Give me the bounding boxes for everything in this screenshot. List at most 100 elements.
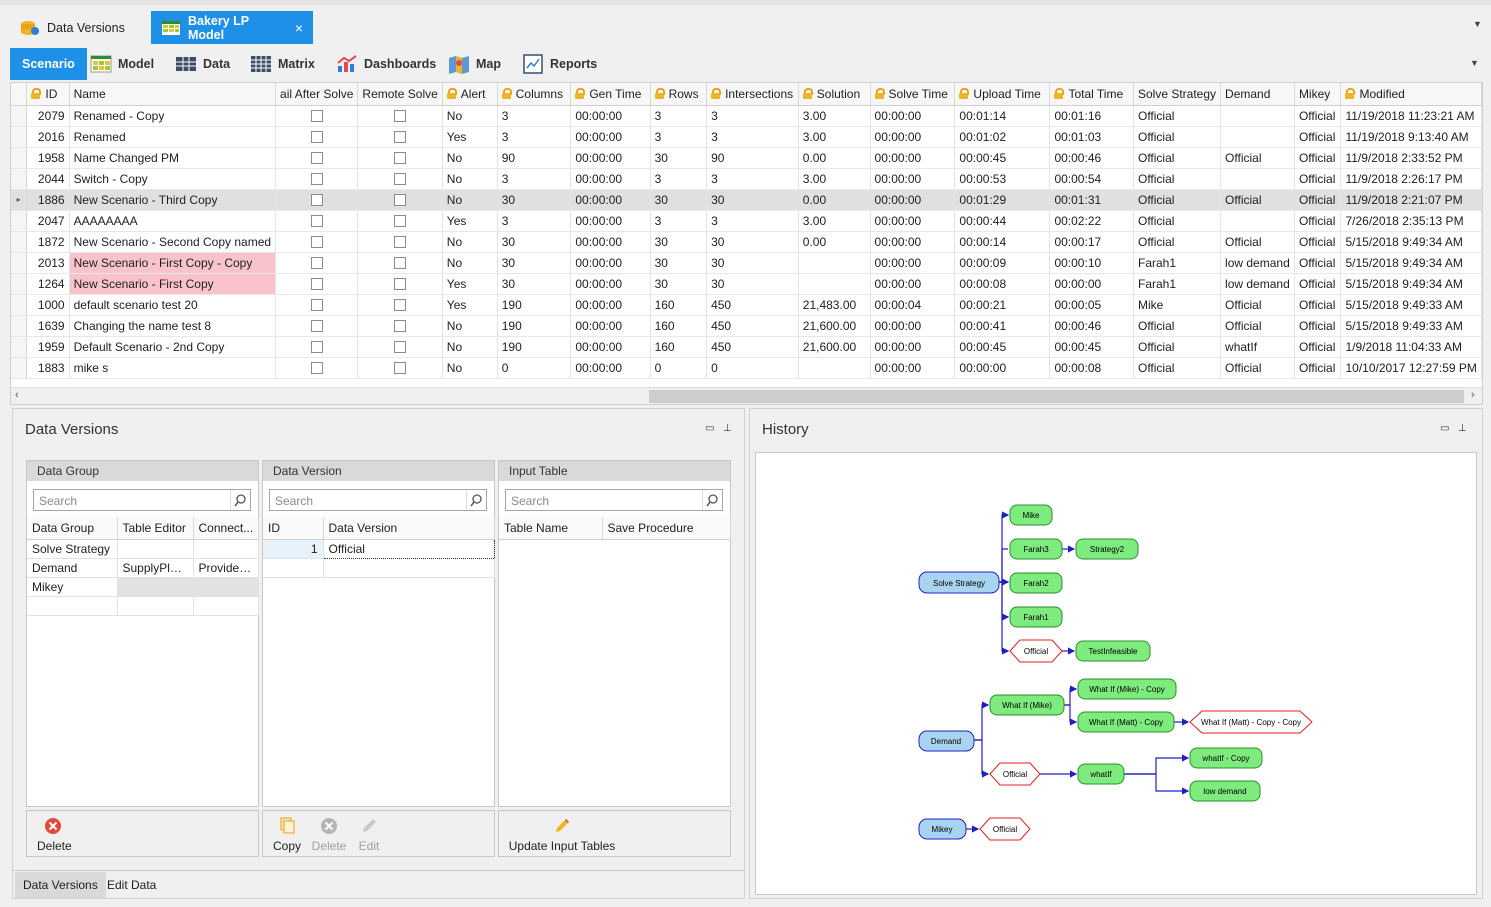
grid-cell[interactable]: 00:00:17: [1049, 231, 1134, 253]
fail-after-solve-checkbox[interactable]: [275, 357, 359, 379]
fail-after-solve-checkbox[interactable]: [275, 294, 359, 316]
remote-solve-checkbox[interactable]: [357, 231, 443, 253]
node-mikey[interactable]: Mikey: [918, 818, 967, 840]
grid-cell[interactable]: whatIf: [1220, 336, 1295, 358]
grid-cell[interactable]: [798, 357, 871, 379]
checkbox[interactable]: [310, 194, 323, 207]
grid-cell[interactable]: 5/15/2018 9:49:33 AM: [1340, 294, 1482, 316]
node-strategy2[interactable]: Strategy2: [1075, 538, 1139, 560]
table-row[interactable]: 2013 New Scenario - First Copy - Copy No 30…: [11, 252, 1482, 274]
grid-cell[interactable]: Yes: [442, 294, 498, 316]
grid-cell[interactable]: 3: [650, 105, 708, 127]
node-solve-strategy[interactable]: Solve Strategy: [918, 571, 1000, 594]
pin-icon[interactable]: ⊥: [723, 423, 732, 434]
checkbox[interactable]: [394, 215, 407, 228]
checkbox[interactable]: [394, 152, 407, 165]
grid-cell[interactable]: 00:00:00: [870, 105, 956, 127]
grid-cell[interactable]: New Scenario - Second Copy named: [69, 231, 277, 253]
checkbox[interactable]: [310, 362, 323, 375]
checkbox[interactable]: [310, 215, 323, 228]
row-indicator[interactable]: [11, 357, 28, 379]
grid-cell[interactable]: No: [442, 231, 498, 253]
checkbox[interactable]: [394, 173, 407, 186]
grid-cell[interactable]: 00:00:45: [954, 147, 1051, 169]
grid-cell[interactable]: Official: [1133, 126, 1222, 148]
grid-cell[interactable]: 21,600.00: [798, 336, 871, 358]
grid-cell[interactable]: 00:00:45: [954, 336, 1051, 358]
fail-after-solve-checkbox[interactable]: [275, 189, 359, 211]
grid-cell[interactable]: No: [442, 189, 498, 211]
node-whatif-mike[interactable]: What If (Mike): [989, 694, 1065, 716]
grid-cell[interactable]: 1/9/2018 11:04:33 AM: [1340, 336, 1482, 358]
grid-cell[interactable]: 11/19/2018 9:13:40 AM: [1340, 126, 1482, 148]
grid-cell[interactable]: 30: [706, 273, 799, 295]
fail-after-solve-checkbox[interactable]: [275, 126, 359, 148]
grid-cell[interactable]: Renamed: [69, 126, 277, 148]
checkbox[interactable]: [394, 257, 407, 270]
grid-cell[interactable]: 21,483.00: [798, 294, 871, 316]
grid-cell[interactable]: Official: [1294, 252, 1342, 274]
remote-solve-checkbox[interactable]: [357, 336, 443, 358]
grid-cell[interactable]: 3: [497, 105, 572, 127]
node-whatif-mike-copy[interactable]: What If (Mike) - Copy: [1077, 678, 1177, 700]
input-table-search-input[interactable]: Search: [505, 489, 723, 511]
grid-cell[interactable]: 1886: [26, 189, 70, 211]
grid-cell[interactable]: 7/26/2018 2:35:13 PM: [1340, 210, 1482, 232]
grid-cell[interactable]: 1883: [26, 357, 70, 379]
grid-cell[interactable]: 30: [497, 252, 572, 274]
node-low-demand[interactable]: low demand: [1189, 780, 1261, 802]
grid-cell[interactable]: 190: [497, 294, 572, 316]
grid-cell[interactable]: Official: [1133, 357, 1222, 379]
fail-after-solve-checkbox[interactable]: [275, 231, 359, 253]
fail-after-solve-checkbox[interactable]: [275, 336, 359, 358]
grid-cell[interactable]: Official: [1133, 168, 1222, 190]
grid-cell[interactable]: 11/9/2018 2:26:17 PM: [1340, 168, 1482, 190]
doc-tab-bakery-lp-model[interactable]: Bakery LP Model ×: [151, 11, 313, 44]
grid-cell[interactable]: 30: [650, 189, 708, 211]
grid-cell[interactable]: 00:00:53: [954, 168, 1051, 190]
grid-cell[interactable]: 00:02:22: [1049, 210, 1134, 232]
node-testinfeasible[interactable]: TestInfeasible: [1075, 640, 1151, 662]
grid-cell[interactable]: Official: [1220, 189, 1295, 211]
maximize-icon[interactable]: ▭: [705, 423, 714, 434]
grid-cell[interactable]: 00:00:00: [570, 273, 651, 295]
checkbox[interactable]: [310, 236, 323, 249]
table-row[interactable]: 1883 mike s No 0 00:00:00 0 0 00:00:00 00:00:00 0…: [11, 357, 1482, 379]
grid-cell[interactable]: 00:00:45: [1049, 336, 1134, 358]
checkbox[interactable]: [394, 362, 407, 375]
fail-after-solve-checkbox[interactable]: [275, 252, 359, 274]
table-row[interactable]: 2016 Renamed Yes 3 00:00:00 3 3 3.00 00:00:00 00:…: [11, 126, 1482, 148]
grid-cell[interactable]: 30: [706, 231, 799, 253]
remote-solve-checkbox[interactable]: [357, 210, 443, 232]
data-version-search-input[interactable]: Search: [269, 489, 487, 511]
col-header-id[interactable]: ID: [26, 83, 70, 106]
grid-cell[interactable]: 00:00:00: [954, 357, 1051, 379]
remote-solve-checkbox[interactable]: [357, 105, 443, 127]
row-indicator[interactable]: [11, 105, 28, 127]
fail-after-solve-checkbox[interactable]: [275, 210, 359, 232]
checkbox[interactable]: [310, 257, 323, 270]
grid-cell[interactable]: 30: [497, 189, 572, 211]
grid-cell[interactable]: Official: [1133, 105, 1222, 127]
grid-cell[interactable]: 90: [706, 147, 799, 169]
grid-cell[interactable]: 2047: [26, 210, 70, 232]
grid-cell[interactable]: Official: [1294, 336, 1342, 358]
grid-cell[interactable]: Official: [1294, 126, 1342, 148]
checkbox[interactable]: [394, 131, 407, 144]
grid-cell[interactable]: 00:00:10: [1049, 252, 1134, 274]
grid-cell[interactable]: [1220, 210, 1295, 232]
fail-after-solve-checkbox[interactable]: [275, 273, 359, 295]
remote-solve-checkbox[interactable]: [357, 189, 443, 211]
table-row[interactable]: ▸ 1886 New Scenario - Third Copy No 30 00:00:…: [11, 189, 1482, 211]
grid-cell[interactable]: 30: [650, 147, 708, 169]
grid-cell[interactable]: 90: [497, 147, 572, 169]
grid-cell[interactable]: No: [442, 105, 498, 127]
grid-cell[interactable]: 30: [650, 252, 708, 274]
grid-cell[interactable]: 00:01:02: [954, 126, 1051, 148]
grid-cell[interactable]: 00:01:16: [1049, 105, 1134, 127]
grid-cell[interactable]: 00:00:08: [954, 273, 1051, 295]
grid-cell[interactable]: [798, 273, 871, 295]
col-header-gen-time[interactable]: Gen Time: [570, 83, 651, 106]
grid-cell[interactable]: 00:00:14: [954, 231, 1051, 253]
table-row[interactable]: 2044 Switch - Copy No 3 00:00:00 3 3 3.00 00:00:…: [11, 168, 1482, 190]
